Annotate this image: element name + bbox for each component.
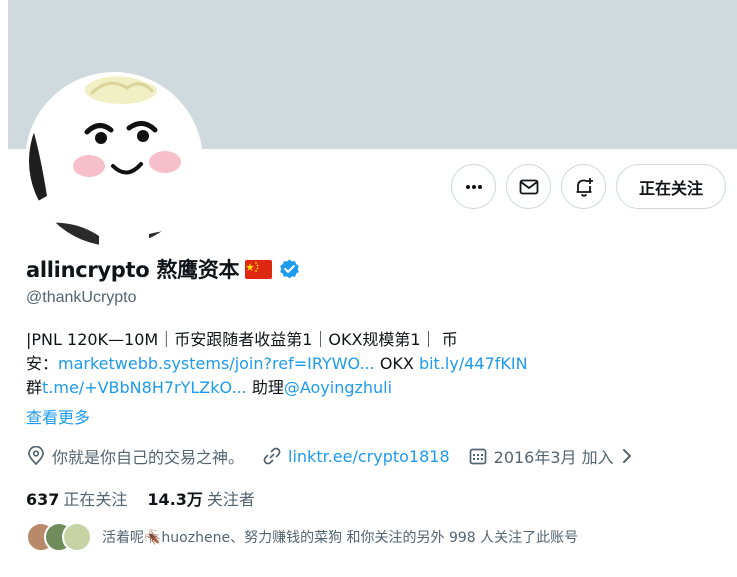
joined-text: 2016年3月 加入 [493,448,614,467]
verified-badge-icon[interactable] [278,258,301,281]
display-name: allincrypto 熬鹰资本 [26,258,240,282]
joined-item[interactable]: 2016年3月 加入 [468,444,634,468]
website-item: linktr.ee/crypto1818 [262,446,450,466]
location-pin-icon [28,446,44,466]
bio-link-marketwebb[interactable]: marketwebb.systems/join?ref=IRYWO... [58,354,375,373]
bio-text: 助理 [246,378,284,397]
followers-you-know-text: 活着呢🪳huozhene、努力赚钱的菜狗 和你关注的另外 998 人关注了此账号 [102,530,579,546]
profile-handle: @thankUcrypto [26,289,137,306]
bio-text: OKX [374,354,419,373]
see-more-link[interactable]: 查看更多 [26,404,90,428]
profile-bio: |PNL 120K—10M｜币安跟随者收益第1｜OKX规模第1｜ 币 安：mar… [26,328,606,400]
link-icon [263,447,281,465]
more-icon [465,184,482,189]
following-label: 正在关注 [63,490,128,509]
following-button[interactable]: 正在关注 [616,164,727,209]
bio-text: 安： [26,354,59,373]
bell-plus-icon [576,177,593,197]
location-item: 你就是你自己的交易之神。 [26,444,244,468]
bio-text: 群 [26,378,43,397]
followers-count: 14.3万 [147,490,203,509]
china-flag-icon [245,259,273,279]
bio-link-telegram[interactable]: t.me/+VBbN8H7rYLZkO... [42,378,247,397]
profile-stats: 637 正在关注 14.3万 关注者 [26,486,255,510]
avatar [62,522,92,552]
profile-avatar[interactable] [25,72,203,250]
chevron-right-icon [622,449,631,463]
bio-mention-assistant[interactable]: @Aoyingzhuli [284,378,392,397]
following-stat[interactable]: 637 正在关注 [26,486,127,510]
calendar-icon [469,448,486,465]
profile-meta: 你就是你自己的交易之神。 linktr.ee/crypto1818 2016年3… [26,444,652,468]
follower-avatars [26,522,94,552]
website-link[interactable]: linktr.ee/crypto1818 [288,447,450,466]
following-count: 637 [26,490,60,509]
followers-stat[interactable]: 14.3万 关注者 [147,486,255,510]
bio-link-bitly[interactable]: bit.ly/447fKIN [419,354,528,373]
followers-you-know[interactable]: 活着呢🪳huozhene、努力赚钱的菜狗 和你关注的另外 998 人关注了此账号 [26,522,578,552]
mail-icon [519,179,538,194]
notifications-button[interactable] [561,164,606,209]
more-button[interactable] [451,164,496,209]
bio-line-1: |PNL 120K—10M｜币安跟随者收益第1｜OKX规模第1｜ 币 [26,330,458,349]
followers-label: 关注者 [206,490,255,509]
location-text: 你就是你自己的交易之神。 [52,448,245,467]
message-button[interactable] [506,164,551,209]
